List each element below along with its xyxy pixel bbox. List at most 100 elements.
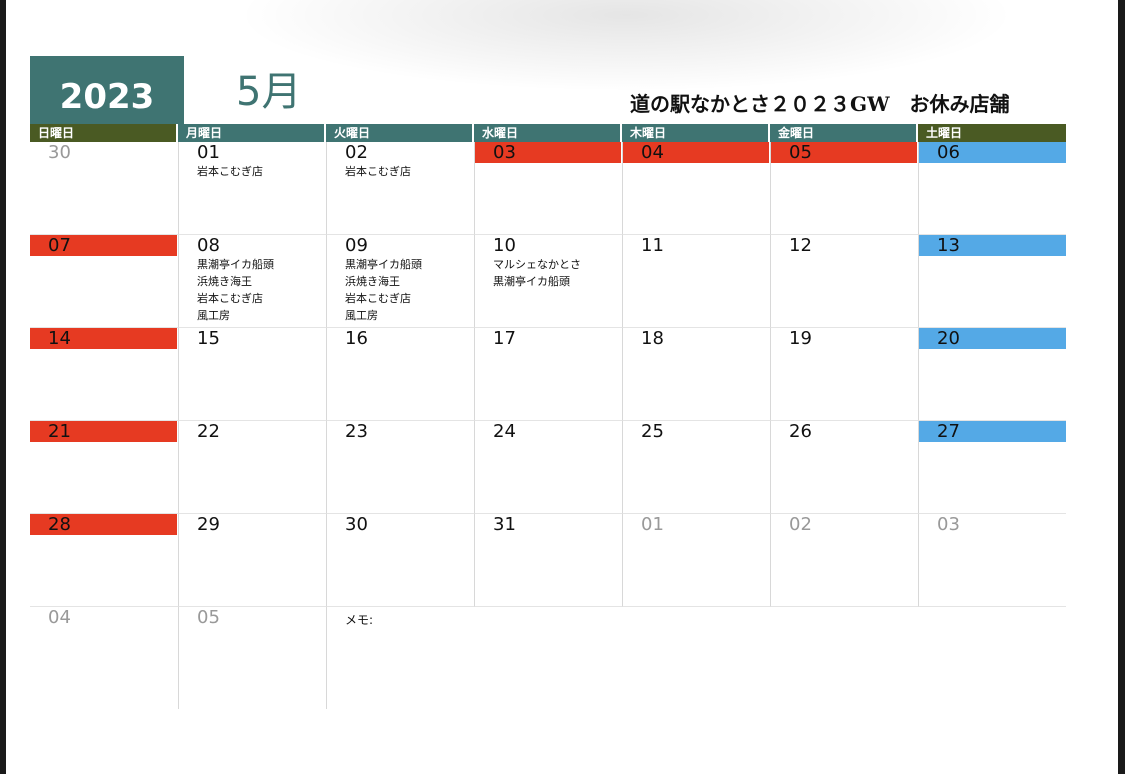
day-cell: 11 [622, 235, 770, 328]
day-cell: 09 黒潮亭イカ船頭 浜焼き海王 岩本こむぎ店 風工房 [326, 235, 474, 328]
day-number: 31 [493, 514, 516, 535]
day-cell: 01 岩本こむぎ店 [178, 142, 326, 235]
day-number: 02 [345, 142, 368, 163]
calendar-week: 07 08 黒潮亭イカ船頭 浜焼き海王 岩本こむぎ店 風工房 09 黒潮亭イカ船頭 浜焼き海王岩… [30, 235, 1072, 328]
day-number: 05 [197, 607, 220, 628]
day-number: 02 [789, 514, 812, 535]
day-number: 05 [771, 142, 917, 163]
day-number: 01 [641, 514, 664, 535]
day-cell: 19 [770, 328, 918, 421]
day-number: 30 [345, 514, 368, 535]
day-number: 15 [197, 328, 220, 349]
day-cell: 17 [474, 328, 622, 421]
weekday-header-4: 木曜日 [622, 124, 770, 142]
day-number: 18 [641, 328, 664, 349]
weekday-header-0: 日曜日 [30, 124, 178, 142]
day-cell: 10 マルシェなかとさ 黒潮亭イカ船頭 [474, 235, 622, 328]
day-number: 14 [30, 328, 177, 349]
day-number: 03 [937, 514, 960, 535]
day-number: 28 [30, 514, 177, 535]
day-number: 30 [48, 142, 71, 163]
day-number: 21 [30, 421, 177, 442]
weekday-header-row: 日曜日 月曜日 火曜日 水曜日 木曜日 金曜日 土曜日 [30, 124, 1072, 142]
closed-shop-list: 黒潮亭イカ船頭 浜焼き海王 岩本こむぎ店 風工房 [327, 256, 474, 324]
closed-shop-name: 風工房 [345, 309, 378, 322]
memo-label: メモ: [345, 613, 374, 627]
closed-shop-name: 岩本こむぎ店 [197, 165, 263, 178]
day-number: 11 [641, 235, 664, 256]
day-number: 01 [197, 142, 220, 163]
day-cell: 22 [178, 421, 326, 514]
closed-shop-name: マルシェなかとさ [493, 258, 581, 271]
day-cell: 12 [770, 235, 918, 328]
closed-shop-name: 黒潮亭イカ船頭 [345, 258, 422, 271]
day-number: 20 [919, 328, 1066, 349]
day-number: 29 [197, 514, 220, 535]
day-cell: 05 [770, 142, 918, 235]
closed-shop-list: 岩本こむぎ店 [327, 163, 474, 180]
day-number: 09 [345, 235, 368, 256]
closed-shop-list: 黒潮亭イカ船頭 浜焼き海王岩本こむぎ店 風工房 [179, 256, 326, 324]
day-number: 04 [48, 607, 71, 628]
year-label: 2023 [30, 56, 184, 124]
day-cell: 13 [918, 235, 1066, 328]
closed-shop-list: 岩本こむぎ店 [179, 163, 326, 180]
day-cell: 15 [178, 328, 326, 421]
day-cell: 18 [622, 328, 770, 421]
closed-shop-name: 風工房 [197, 309, 230, 322]
day-number: 23 [345, 421, 368, 442]
day-cell: 26 [770, 421, 918, 514]
day-cell: 02 [770, 514, 918, 607]
day-cell: 27 [918, 421, 1066, 514]
day-cell: 24 [474, 421, 622, 514]
weekday-header-1: 月曜日 [178, 124, 326, 142]
weekday-header-6: 土曜日 [918, 124, 1066, 142]
day-cell: 30 [326, 514, 474, 607]
month-label: 5月 [236, 69, 302, 115]
calendar-title: 道の駅なかとさ２０２３GW お休み店舗 [630, 92, 1010, 116]
day-number: 19 [789, 328, 812, 349]
calendar-week: 30 01 岩本こむぎ店 02 岩本こむぎ店 03 04 05 06 [30, 142, 1072, 235]
day-cell: 14 [30, 328, 178, 421]
calendar-week: 21 22 23 24 25 26 27 [30, 421, 1072, 514]
day-number: 08 [197, 235, 220, 256]
day-number: 04 [623, 142, 769, 163]
day-number: 12 [789, 235, 812, 256]
closed-shop-name: 黒潮亭イカ船頭 [197, 258, 274, 271]
closed-shop-name: 岩本こむぎ店 [345, 165, 411, 178]
day-number: 13 [919, 235, 1066, 256]
day-cell: 31 [474, 514, 622, 607]
weekday-header-5: 金曜日 [770, 124, 918, 142]
day-cell: 04 [622, 142, 770, 235]
calendar-weeks: 30 01 岩本こむぎ店 02 岩本こむぎ店 03 04 05 06 07 08 黒潮亭イカ船頭 浜焼き… [30, 142, 1072, 607]
day-cell: 20 [918, 328, 1066, 421]
day-number: 06 [919, 142, 1066, 163]
day-number: 07 [30, 235, 177, 256]
day-cell: 06 [918, 142, 1066, 235]
memo-area: メモ: [326, 607, 1072, 709]
closed-shop-name: 浜焼き海王 [197, 275, 252, 288]
header-shadow [246, 0, 1006, 90]
day-cell: 05 [178, 607, 326, 709]
closed-shop-name: 岩本こむぎ店 [197, 292, 263, 305]
day-number: 10 [493, 235, 516, 256]
day-cell: 08 黒潮亭イカ船頭 浜焼き海王 岩本こむぎ店 風工房 [178, 235, 326, 328]
closed-shop-list: マルシェなかとさ 黒潮亭イカ船頭 [475, 256, 622, 290]
day-cell: 03 [474, 142, 622, 235]
day-number: 03 [475, 142, 621, 163]
day-cell: 25 [622, 421, 770, 514]
day-number: 16 [345, 328, 368, 349]
closed-shop-name: 黒潮亭イカ船頭 [493, 275, 570, 288]
day-cell: 04 [30, 607, 178, 709]
weekday-header-2: 火曜日 [326, 124, 474, 142]
day-cell: 23 [326, 421, 474, 514]
day-number: 24 [493, 421, 516, 442]
day-cell: 29 [178, 514, 326, 607]
day-number: 27 [919, 421, 1066, 442]
day-cell: 03 [918, 514, 1066, 607]
day-cell: 28 [30, 514, 178, 607]
day-number: 25 [641, 421, 664, 442]
day-cell: 30 [30, 142, 178, 235]
calendar-page: 2023 5月 道の駅なかとさ２０２３GW お休み店舗 日曜日 月曜日 火曜日 水曜日… [6, 0, 1118, 774]
day-number: 26 [789, 421, 812, 442]
